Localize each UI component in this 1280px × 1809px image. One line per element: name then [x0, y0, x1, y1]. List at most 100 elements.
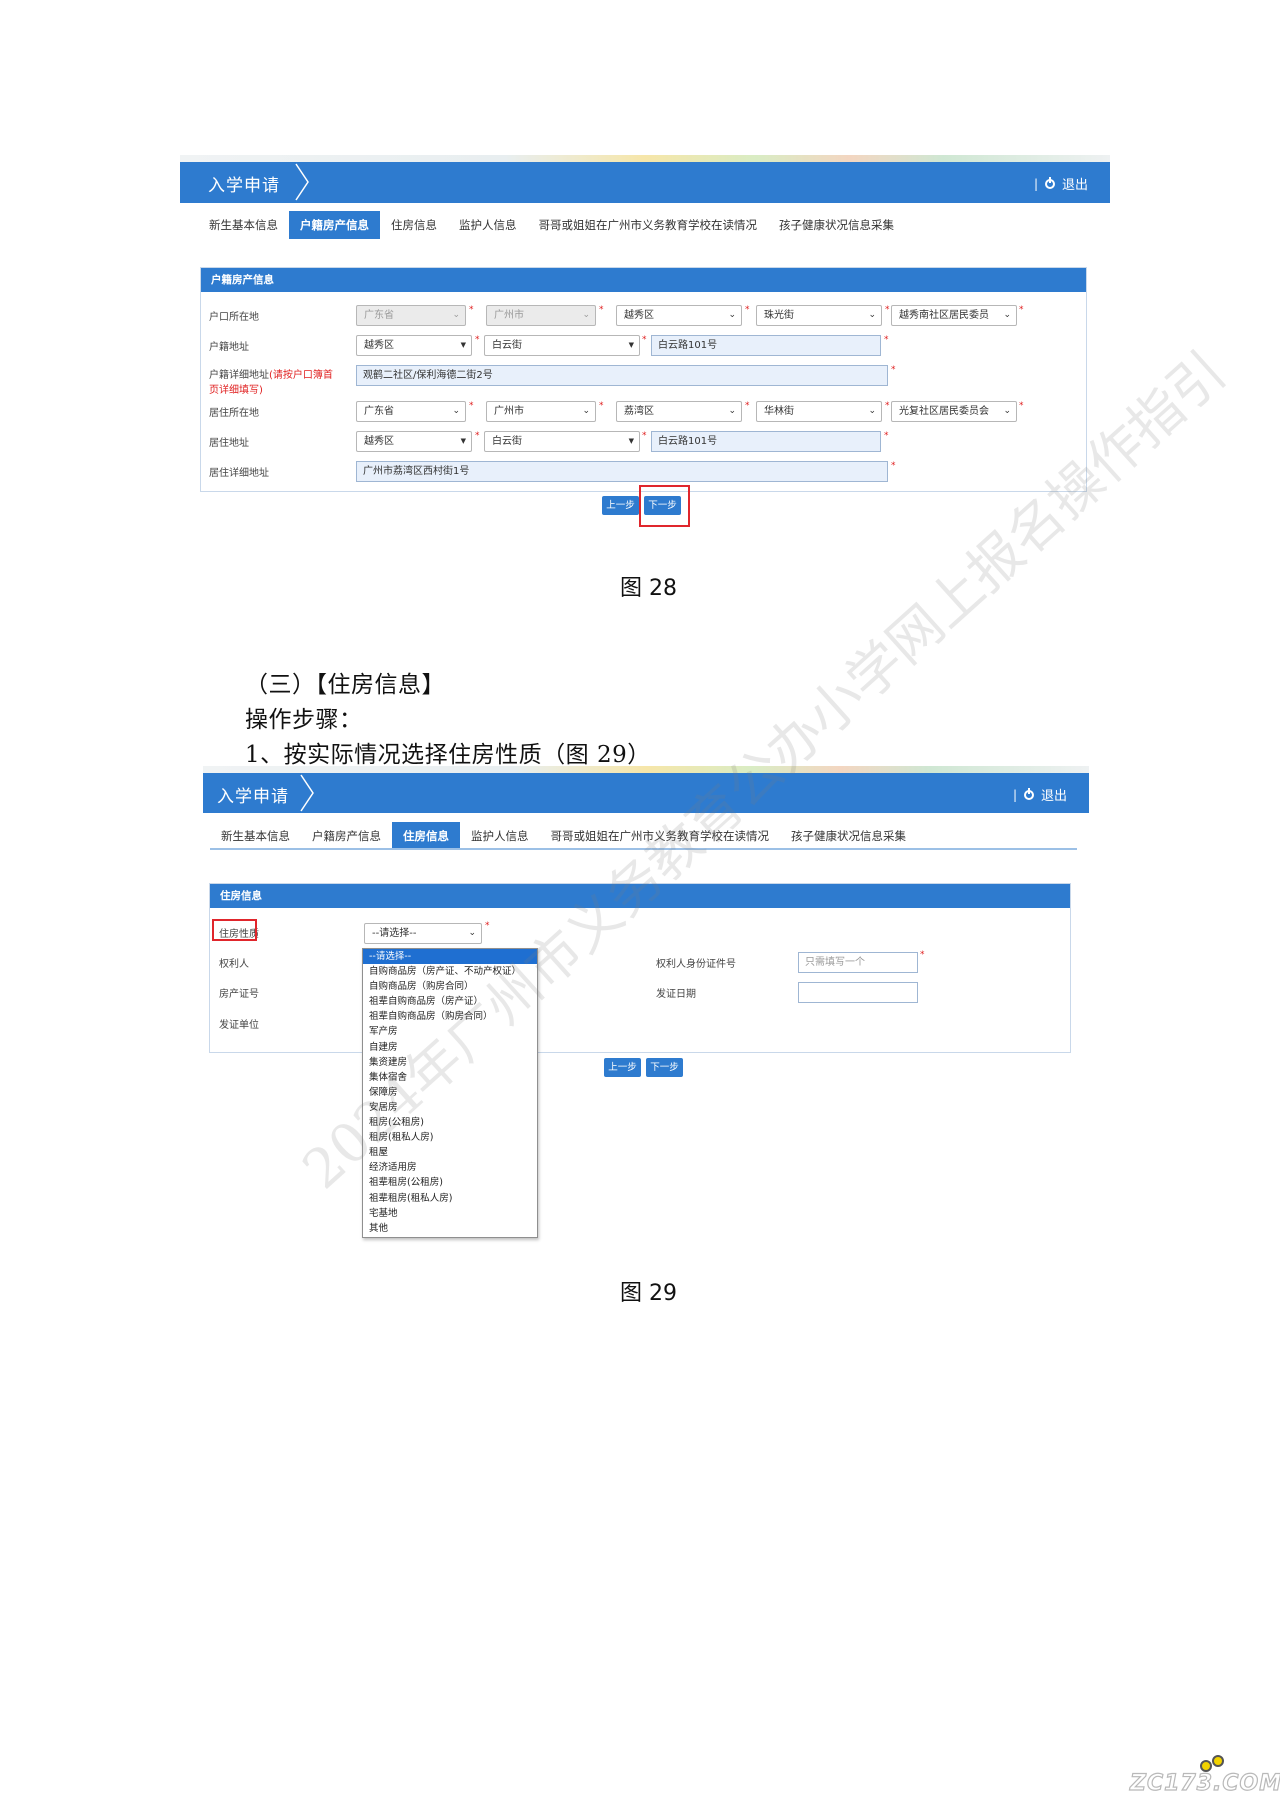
- banner-title: 入学申请: [208, 176, 280, 196]
- figure-29-caption: 图 29: [620, 1281, 677, 1306]
- tab-health[interactable]: 孩子健康状况信息采集: [780, 822, 917, 848]
- owner-id-input[interactable]: 只需填写一个: [798, 952, 918, 973]
- hukou-address-street-select[interactable]: 白云街 ▼: [484, 335, 640, 356]
- residence-street-select[interactable]: 华林街 ⌄: [756, 401, 882, 422]
- dropdown-option[interactable]: 安居房: [363, 1100, 537, 1115]
- logo-dot: [1212, 1755, 1224, 1767]
- dropdown-option[interactable]: 集资建房: [363, 1055, 537, 1070]
- residence-detail-label: 居住详细地址: [209, 468, 269, 479]
- dropdown-option[interactable]: 租房(租私人房): [363, 1130, 537, 1145]
- dropdown-option[interactable]: 祖辈租房(租私人房): [363, 1191, 537, 1206]
- cert-no-label: 房产证号: [219, 989, 259, 1000]
- tab-bar: 新生基本信息 户籍房产信息 住房信息 监护人信息 哥哥或姐姐在广州市义务教育学校…: [198, 211, 1110, 239]
- residence-address-district-select[interactable]: 越秀区 ▼: [356, 431, 472, 452]
- dropdown-option[interactable]: 保障房: [363, 1085, 537, 1100]
- tab-bar: 新生基本信息 户籍房产信息 住房信息 监护人信息 哥哥或姐姐在广州市义务教育学校…: [210, 822, 1077, 850]
- tab-basic-info[interactable]: 新生基本信息: [198, 211, 289, 239]
- separator-bar: |: [1033, 176, 1038, 191]
- figure-28-caption: 图 28: [620, 576, 677, 601]
- panel-title: 住房信息: [210, 884, 1070, 908]
- hukou-city-select[interactable]: 广州市 ⌄: [486, 305, 596, 326]
- highlight-housing-type-label: [212, 919, 257, 941]
- tab-health[interactable]: 孩子健康状况信息采集: [768, 211, 905, 239]
- dropdown-option[interactable]: 宅基地: [363, 1206, 537, 1221]
- highlight-next-button: [639, 485, 690, 527]
- tab-siblings[interactable]: 哥哥或姐姐在广州市义务教育学校在读情况: [540, 822, 781, 848]
- prev-step-button[interactable]: 上一步: [604, 1058, 641, 1077]
- banner-decoration: [203, 766, 1089, 773]
- power-icon: [1023, 787, 1034, 800]
- housing-panel: 住房信息 住房性质 --请选择-- ⌄ * 权利人 房产证号 发证单位 权利人身份…: [209, 883, 1071, 1053]
- dropdown-option[interactable]: 经济适用房: [363, 1160, 537, 1175]
- issue-date-input[interactable]: [798, 982, 918, 1003]
- hukou-province-select[interactable]: 广东省 ⌄: [356, 305, 466, 326]
- step-1-text: 1、按实际情况选择住房性质（图 29）: [245, 742, 651, 768]
- housing-type-select[interactable]: --请选择-- ⌄: [364, 923, 482, 944]
- tab-guardian[interactable]: 监护人信息: [448, 211, 528, 239]
- hukou-community-select[interactable]: 越秀南社区居民委员 ⌄: [891, 305, 1017, 326]
- tab-guardian[interactable]: 监护人信息: [460, 822, 540, 848]
- tab-housing[interactable]: 住房信息: [392, 822, 460, 848]
- power-icon: [1044, 176, 1055, 189]
- hukou-detail-input[interactable]: 观鹤二社区/保利海德二街2号: [356, 365, 888, 386]
- banner-title: 入学申请: [217, 787, 289, 807]
- hukou-panel: 户籍房产信息 户口所在地 广东省 ⌄ * 广州市 ⌄ * 越秀区 ⌄ * 珠光街 ⌄ *…: [200, 267, 1087, 492]
- residence-city-select[interactable]: 广州市 ⌄: [486, 401, 596, 422]
- residence-district-select[interactable]: 荔湾区 ⌄: [616, 401, 742, 422]
- figure-28-screenshot: 入学申请 | 退出 新生基本信息 户籍房产信息 住房信息 监护人信息 哥哥或姐姐…: [180, 155, 1110, 535]
- dropdown-option[interactable]: 祖辈自购商品房（购房合同）: [363, 1009, 537, 1024]
- residence-province-select[interactable]: 广东省 ⌄: [356, 401, 466, 422]
- logout-button[interactable]: | 退出: [1013, 785, 1067, 804]
- section-heading: （三）【住房信息】: [245, 672, 445, 698]
- dropdown-option[interactable]: 自购商品房（房产证、不动产权证）: [363, 964, 537, 979]
- residence-address-label: 居住地址: [209, 438, 249, 449]
- dropdown-option[interactable]: 其他: [363, 1221, 537, 1236]
- owner-label: 权利人: [219, 959, 249, 970]
- app-banner: 入学申请 | 退出: [180, 162, 1110, 203]
- issuer-label: 发证单位: [219, 1020, 259, 1031]
- dropdown-option[interactable]: 租屋: [363, 1145, 537, 1160]
- dropdown-option[interactable]: 集体宿舍: [363, 1070, 537, 1085]
- prev-step-button[interactable]: 上一步: [602, 496, 639, 515]
- separator-bar: |: [1012, 787, 1017, 802]
- banner-decoration: [180, 155, 1110, 162]
- tab-housing[interactable]: 住房信息: [380, 211, 448, 239]
- residence-address-street-select[interactable]: 白云街 ▼: [484, 431, 640, 452]
- chevron-right-icon: [295, 163, 309, 201]
- hukou-detail-label: 户籍详细地址(请按户口簿首页详细填写): [209, 370, 333, 396]
- site-logo: ZC173.COM: [1129, 1770, 1280, 1796]
- tab-basic-info[interactable]: 新生基本信息: [210, 822, 301, 848]
- hukou-location-label: 户口所在地: [209, 312, 259, 323]
- steps-heading: 操作步骤：: [245, 707, 363, 733]
- hukou-street-select[interactable]: 珠光街 ⌄: [756, 305, 882, 326]
- hukou-district-select[interactable]: 越秀区 ⌄: [616, 305, 742, 326]
- logout-button[interactable]: | 退出: [1034, 174, 1088, 193]
- hukou-address-district-select[interactable]: 越秀区 ▼: [356, 335, 472, 356]
- housing-type-dropdown-list: --请选择-- 自购商品房（房产证、不动产权证） 自购商品房（购房合同） 祖辈自…: [362, 948, 538, 1238]
- next-step-button[interactable]: 下一步: [646, 1058, 683, 1077]
- owner-id-label: 权利人身份证件号: [656, 959, 736, 970]
- chevron-right-icon: [300, 774, 314, 812]
- dropdown-option[interactable]: 租房(公租房): [363, 1115, 537, 1130]
- logout-label: 退出: [1061, 178, 1088, 193]
- dropdown-option[interactable]: 自购商品房（购房合同）: [363, 979, 537, 994]
- logout-label: 退出: [1040, 789, 1067, 804]
- hukou-address-road-input[interactable]: 白云路101号: [651, 335, 881, 356]
- tab-hukou-property[interactable]: 户籍房产信息: [301, 822, 392, 848]
- residence-community-select[interactable]: 光复社区居民委员会 ⌄: [891, 401, 1017, 422]
- dropdown-option[interactable]: 自建房: [363, 1040, 537, 1055]
- dropdown-option[interactable]: 军产房: [363, 1024, 537, 1039]
- hukou-address-label: 户籍地址: [209, 342, 249, 353]
- issue-date-label: 发证日期: [656, 989, 696, 1000]
- tab-hukou-property[interactable]: 户籍房产信息: [289, 211, 380, 239]
- figure-29-screenshot: 入学申请 | 退出 新生基本信息 户籍房产信息 住房信息 监护人信息 哥哥或姐姐…: [203, 766, 1089, 1077]
- residence-detail-input[interactable]: 广州市荔湾区西村街1号: [356, 461, 888, 482]
- panel-title: 户籍房产信息: [201, 268, 1086, 292]
- app-banner: 入学申请 | 退出: [203, 773, 1089, 813]
- dropdown-option[interactable]: 祖辈租房(公租房): [363, 1175, 537, 1190]
- dropdown-option[interactable]: 祖辈自购商品房（房产证）: [363, 994, 537, 1009]
- tab-siblings[interactable]: 哥哥或姐姐在广州市义务教育学校在读情况: [528, 211, 769, 239]
- dropdown-option[interactable]: --请选择--: [363, 949, 537, 965]
- residence-location-label: 居住所在地: [209, 408, 259, 419]
- residence-address-road-input[interactable]: 白云路101号: [651, 431, 881, 452]
